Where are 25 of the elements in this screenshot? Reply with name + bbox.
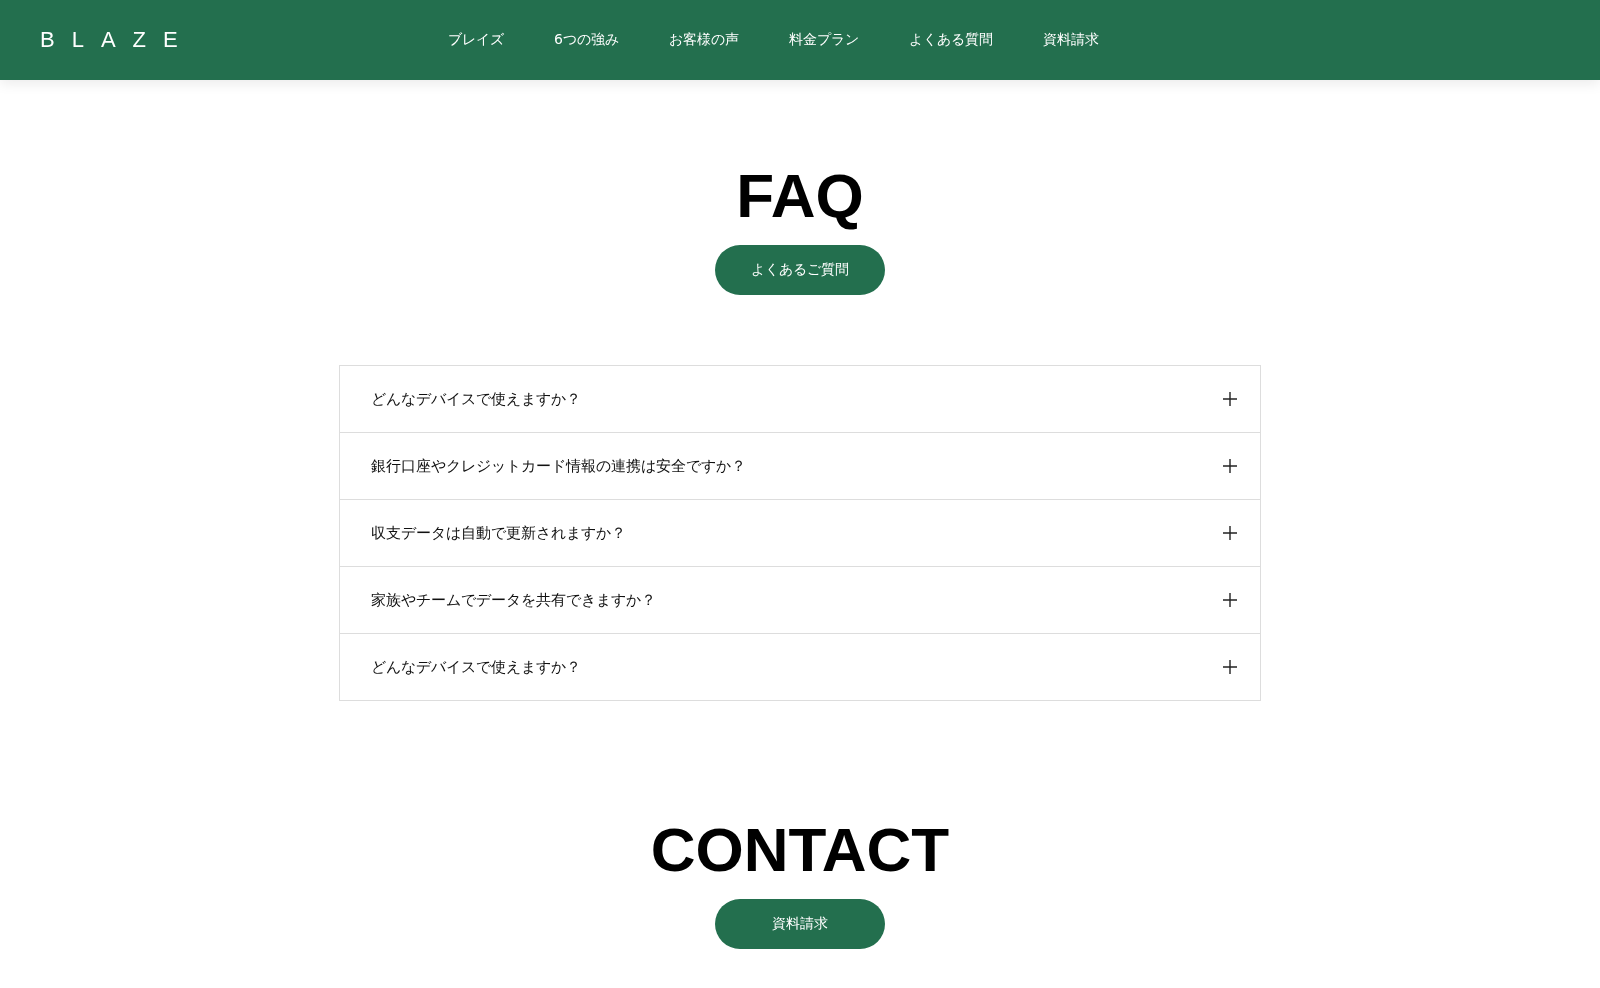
logo[interactable]: BLAZE	[40, 27, 195, 53]
plus-icon	[1222, 525, 1238, 541]
question-text: 収支データは自動で更新されますか？	[371, 523, 626, 543]
nav-link[interactable]: 資料請求	[1042, 31, 1099, 49]
faq-item[interactable]: 家族やチームでデータを共有できますか？	[340, 567, 1260, 634]
faq-item[interactable]: 銀行口座やクレジットカード情報の連携は安全ですか？	[340, 433, 1260, 500]
question-text: 銀行口座やクレジットカード情報の連携は安全ですか？	[371, 456, 746, 476]
plus-icon	[1222, 592, 1238, 608]
nav-link[interactable]: 料金プラン	[788, 31, 859, 49]
faq-item[interactable]: 収支データは自動で更新されますか？	[340, 500, 1260, 567]
faq-button[interactable]: よくあるご質問	[715, 245, 885, 295]
nav-link[interactable]: ブレイズ	[448, 31, 504, 49]
plus-icon	[1222, 458, 1238, 474]
plus-icon	[1222, 391, 1238, 407]
question-text: 家族やチームでデータを共有できますか？	[371, 590, 656, 610]
faq-item[interactable]: どんなデバイスで使えますか？	[340, 634, 1260, 701]
plus-icon	[1222, 659, 1238, 675]
nav-link[interactable]: お客様の声	[668, 31, 739, 49]
nav-link[interactable]: よくある質問	[908, 31, 993, 49]
section-title: CONTACT	[650, 819, 950, 881]
question-text: どんなデバイスで使えますか？	[371, 657, 581, 677]
faq-item[interactable]: どんなデバイスで使えますか？	[340, 366, 1260, 433]
contact-button[interactable]: 資料請求	[715, 899, 885, 949]
nav-link[interactable]: 6つの強み	[554, 31, 619, 49]
question-text: どんなデバイスで使えますか？	[371, 389, 581, 409]
